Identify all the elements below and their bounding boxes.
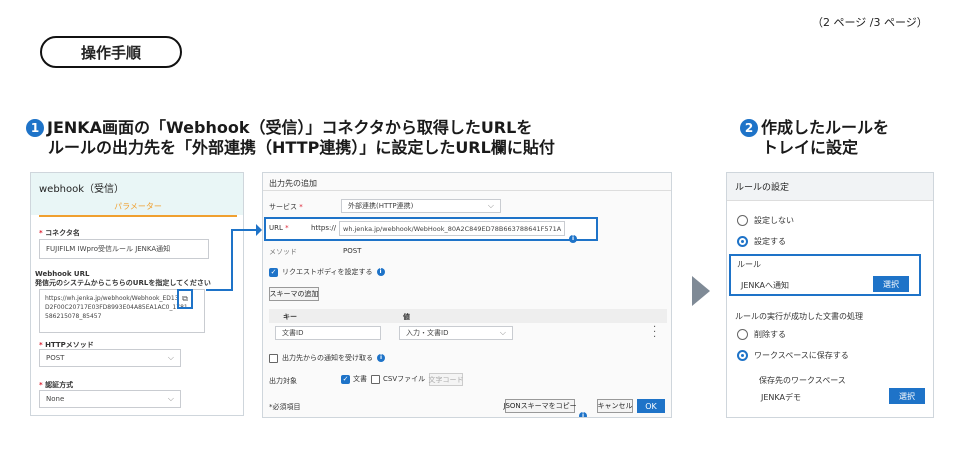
value-header: 値 (403, 313, 410, 321)
cancel-button[interactable]: キャンセル (597, 399, 633, 413)
webhook-url-label: Webhook URL (35, 270, 90, 278)
workspace-label: 保存先のワークスペース (759, 376, 846, 385)
ok-button[interactable]: OK (637, 399, 665, 413)
accept-notify-label: 出力先からの通知を受け取る (282, 354, 373, 362)
copy-json-button[interactable]: JSONスキーマをコピー (503, 399, 577, 413)
radio-on-icon (737, 350, 748, 361)
info-icon[interactable]: i (569, 225, 577, 244)
option-set-radio[interactable]: 設定する (737, 236, 786, 247)
option-none-radio[interactable]: 設定しない (737, 215, 794, 226)
option-delete-label: 削除する (754, 330, 786, 339)
key-input[interactable]: 文書ID (275, 326, 381, 340)
info-icon[interactable]: i (376, 268, 385, 276)
success-label: ルールの実行が成功した文書の処理 (735, 312, 863, 321)
rule-select-button[interactable]: 選択 (873, 276, 909, 292)
rule-panel-title: ルールの設定 (727, 173, 933, 201)
info-icon[interactable]: i (377, 354, 385, 362)
arrow-right-icon (692, 276, 710, 306)
chevron-down-icon: ⌵ (499, 328, 506, 337)
accept-notify-checkbox[interactable]: 出力先からの通知を受け取る i (269, 353, 385, 363)
webhook-url-value-3: 586215078_85457 (45, 313, 102, 320)
option-delete-radio[interactable]: 削除する (737, 329, 786, 340)
checkbox-empty-icon (371, 374, 380, 384)
service-label: サービス (269, 203, 297, 211)
chevron-down-icon: ⌵ (167, 394, 174, 403)
step1-line1: JENKA画面の「Webhook（受信）」コネクタから取得したURLを (47, 118, 533, 137)
radio-off-icon (737, 215, 748, 226)
method-label: HTTPメソッド (45, 341, 94, 349)
output-panel-title: 出力先の追加 (269, 179, 317, 188)
info-icon[interactable]: i (579, 402, 587, 417)
step1-number: 1 (26, 119, 44, 137)
option-set-label: 設定する (754, 237, 786, 246)
output-panel: 出力先の追加 サービス * 外部連携(HTTP連携) ⌵ URL * https:… (262, 172, 672, 418)
doc-checkbox[interactable]: ✓ 文書 (341, 374, 367, 384)
step2-heading: 2 作成したルールを トレイに設定 (740, 118, 940, 158)
webhook-url-value-2: D2F00C20717E03FD8993E04A85EA1AC0_1781 (45, 304, 188, 311)
page-indicator: （2 ページ /3 ページ） (812, 16, 928, 29)
workspace-value: JENKAデモ (761, 393, 801, 402)
rule-value: JENKAへ通知 (741, 281, 789, 290)
url-label: URL (269, 224, 283, 232)
chevron-down-icon: ⌵ (487, 201, 494, 210)
option-save-radio[interactable]: ワークスペースに保存する (737, 350, 849, 361)
option-none-label: 設定しない (754, 216, 794, 225)
csv-label: CSVファイル (383, 375, 426, 383)
checkbox-empty-icon (269, 353, 278, 363)
method-label: メソッド (269, 248, 297, 256)
step1-line2: ルールの出力先を「外部連携（HTTP連携）」に設定したURL欄に貼付 (48, 138, 555, 157)
more-vertical-icon[interactable]: · · · (653, 323, 656, 343)
auth-value: None (46, 395, 65, 403)
csv-checkbox[interactable]: CSVファイル (371, 374, 425, 384)
step1-heading: 1 JENKA画面の「Webhook（受信）」コネクタから取得したURLを ルール… (26, 118, 706, 158)
divider (263, 190, 671, 191)
auth-label: 認証方式 (45, 381, 74, 389)
doc-label: 文書 (353, 375, 367, 383)
radio-off-icon (737, 329, 748, 340)
add-schema-button[interactable]: スキーマの追加 (269, 287, 319, 301)
tab-underline (39, 215, 237, 217)
request-body-checkbox[interactable]: ✓ リクエストボディを設定する i (269, 267, 385, 277)
kv-header-row (269, 309, 667, 323)
rule-panel: ルールの設定 設定しない 設定する ルール JENKAへ通知 選択 ルールの実行… (726, 172, 934, 418)
checkmark-icon: ✓ (269, 267, 278, 277)
output-target-label: 出力対象 (269, 377, 297, 385)
value-select[interactable]: 入力・文書ID ⌵ (399, 326, 513, 340)
chevron-down-icon: ⌵ (167, 353, 174, 362)
method-value: POST (46, 354, 65, 362)
connector-label: コネクタ名 (45, 229, 80, 237)
charcode-button[interactable]: 文字コード (429, 373, 464, 386)
rule-label: ルール (737, 260, 761, 269)
service-select[interactable]: 外部連携(HTTP連携) ⌵ (341, 199, 501, 213)
step2-line2: トレイに設定 (762, 138, 859, 157)
step2-line1: 作成したルールを (761, 118, 890, 137)
section-title: 操作手順 (40, 36, 182, 68)
option-save-label: ワークスペースに保存する (754, 351, 849, 360)
url-input[interactable]: wh.jenka.jp/webhook/WebHook_80A2C849ED78… (339, 221, 565, 236)
workspace-select-button[interactable]: 選択 (889, 388, 925, 404)
step2-number: 2 (740, 119, 758, 137)
key-header: キー (283, 313, 297, 321)
parameter-tab[interactable]: パラメーター (31, 201, 243, 212)
auth-select[interactable]: None ⌵ (39, 390, 181, 408)
url-prefix: https:// (311, 224, 337, 232)
method-select[interactable]: POST ⌵ (39, 349, 181, 367)
service-value: 外部連携(HTTP連携) (348, 202, 414, 210)
value-value: 入力・文書ID (406, 329, 449, 337)
request-body-label: リクエストボディを設定する (282, 268, 373, 276)
radio-on-icon (737, 236, 748, 247)
checkmark-icon: ✓ (341, 374, 350, 384)
required-note: *必須項目 (269, 403, 301, 411)
connector-arrow (206, 224, 262, 291)
method-value: POST (343, 247, 362, 255)
